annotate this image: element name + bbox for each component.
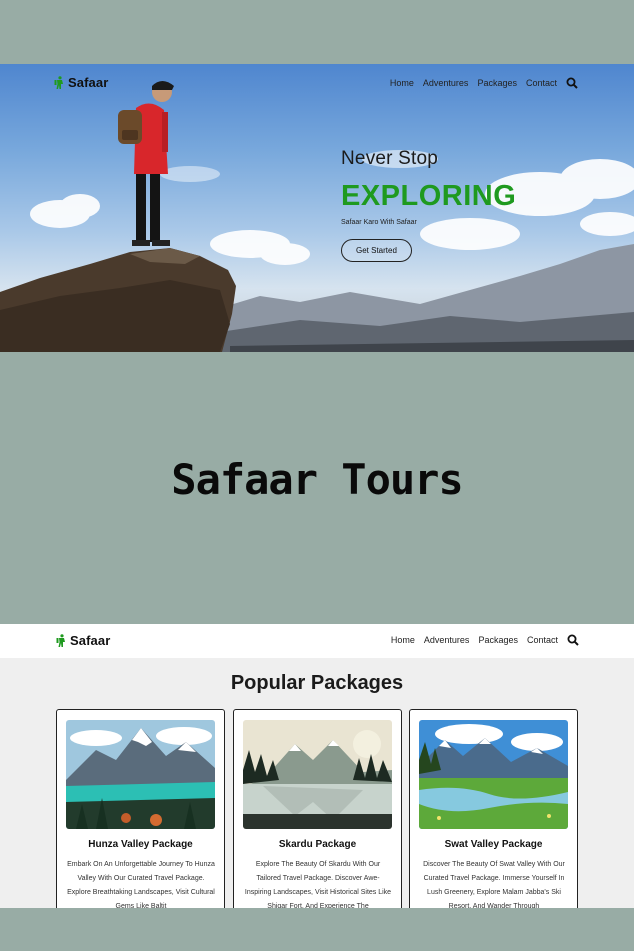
bottom-band xyxy=(0,908,634,951)
search-icon[interactable] xyxy=(567,634,579,646)
nav-link-home[interactable]: Home xyxy=(391,635,415,645)
packages-navbar: Safaar Home Adventures Packages Contact xyxy=(0,624,634,658)
packages-nav-links: Home Adventures Packages Contact xyxy=(391,634,579,646)
nav-link-packages[interactable]: Packages xyxy=(477,78,517,88)
skardu-valley-image xyxy=(243,720,392,829)
packages-screenshot: Safaar Home Adventures Packages Contact … xyxy=(0,624,634,908)
package-card-skardu[interactable]: Skardu Package Explore The Beauty Of Ska… xyxy=(233,709,402,908)
search-icon[interactable] xyxy=(566,77,578,89)
nav-link-adventures[interactable]: Adventures xyxy=(424,635,470,645)
hiker-figure xyxy=(118,81,174,246)
hero-logo[interactable]: Safaar xyxy=(54,75,108,90)
page-title: Safaar Tours xyxy=(171,455,463,504)
swat-valley-image xyxy=(419,720,568,829)
brand-name: Safaar xyxy=(68,75,109,90)
hiker-logo-icon xyxy=(56,634,65,647)
nav-link-home[interactable]: Home xyxy=(390,78,414,88)
hero-screenshot: Safaar Home Adventures Packages Contact … xyxy=(0,64,634,352)
package-card-swat[interactable]: Swat Valley Package Discover The Beauty … xyxy=(409,709,578,908)
hero-nav-links: Home Adventures Packages Contact xyxy=(390,77,578,89)
section-title: Popular Packages xyxy=(230,672,404,694)
nav-link-contact[interactable]: Contact xyxy=(527,635,558,645)
nav-link-contact[interactable]: Contact xyxy=(526,78,557,88)
get-started-button[interactable]: Get Started xyxy=(341,239,412,262)
package-card-hunza[interactable]: Hunza Valley Package Embark On An Unforg… xyxy=(56,709,225,908)
brand-name: Safaar xyxy=(70,633,111,648)
package-description: Embark On An Unforgettable Journey To Hu… xyxy=(67,861,215,908)
package-name: Skardu Package xyxy=(278,839,357,850)
hiker-logo-icon xyxy=(54,76,63,89)
hero-background-image xyxy=(0,81,634,352)
hero-heading: EXPLORING xyxy=(341,180,517,212)
hero-copy: Never Stop EXPLORING Safaar Karo With Sa… xyxy=(341,148,516,262)
package-description: Discover The Beauty Of Swat Valley With … xyxy=(423,861,565,908)
packages-logo[interactable]: Safaar xyxy=(56,633,110,648)
package-name: Swat Valley Package xyxy=(444,839,543,850)
package-name: Hunza Valley Package xyxy=(88,839,193,850)
hero-navbar: Safaar Home Adventures Packages Contact xyxy=(0,64,634,102)
hero-subheading: Never Stop xyxy=(341,148,439,169)
hunza-valley-image xyxy=(66,720,215,829)
nav-link-adventures[interactable]: Adventures xyxy=(423,78,469,88)
nav-link-packages[interactable]: Packages xyxy=(478,635,518,645)
package-description: Explore The Beauty Of Skardu With Our Ta… xyxy=(244,861,392,908)
hero-tagline: Safaar Karo With Safaar xyxy=(341,219,417,226)
